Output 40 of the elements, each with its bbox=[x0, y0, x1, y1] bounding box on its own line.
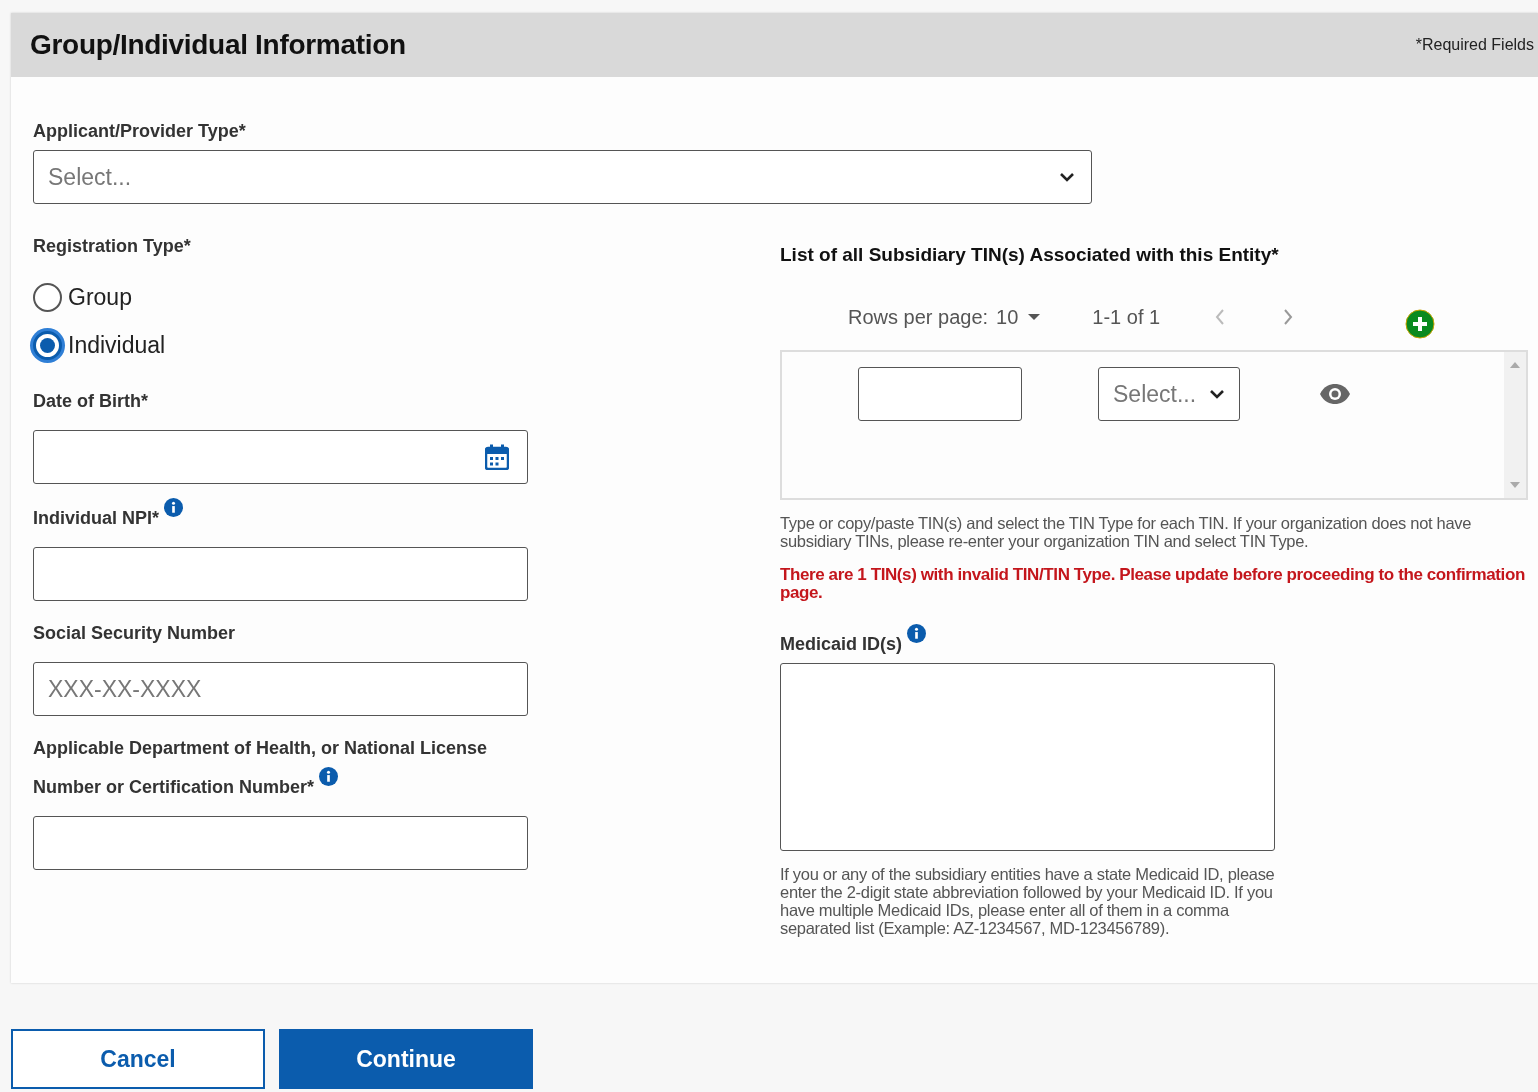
radio-button[interactable] bbox=[33, 282, 62, 312]
required-note: *Required Fields bbox=[1415, 36, 1534, 54]
caret-icon bbox=[1028, 314, 1041, 320]
eye-icon[interactable] bbox=[1319, 383, 1351, 405]
radio-label[interactable]: Individual bbox=[68, 331, 166, 359]
help-text: Type or copy/paste TIN(s) and select the TIN Type for each TIN. If your organization does not have subsidiary TINs, please re-enter your organization TIN and select TIN Type. bbox=[780, 514, 1473, 550]
chevron-down-icon bbox=[1209, 389, 1225, 399]
calendar-icon[interactable] bbox=[485, 444, 509, 470]
text-field[interactable] bbox=[33, 547, 528, 601]
cancel-button[interactable]: Cancel bbox=[11, 1029, 265, 1089]
tin-type-dropdown[interactable]: Select... bbox=[1098, 367, 1240, 421]
rows-per-page-dropdown[interactable]: 10 bbox=[996, 305, 1041, 329]
field-label: Date of Birth* bbox=[33, 390, 148, 413]
field-label: Applicant/Provider Type* bbox=[33, 121, 247, 142]
help-text: If you or any of the subsidiary entities have a state Medicaid ID, please enter the 2-digit state abbreviation followed by your Medicaid ID. If you have multiple Medicaid IDs, please enter all of them in a comma separated list (Example: AZ-1234567, MD-123456789). bbox=[780, 865, 1275, 937]
add-icon[interactable] bbox=[1405, 309, 1436, 339]
field-label: Applicable Department of Health, or National License Number or Certification Number* bbox=[33, 737, 489, 799]
field-label: Individual NPI* bbox=[33, 498, 184, 537]
page-range: 1-1 of 1 bbox=[1092, 305, 1161, 329]
medicaid-ids-field[interactable] bbox=[780, 663, 1275, 851]
section-title: Group/Individual Information bbox=[30, 29, 406, 61]
continue-button[interactable]: Continue bbox=[279, 1029, 533, 1089]
radio-label[interactable]: Group bbox=[68, 283, 132, 311]
text-field[interactable]: XXX-XX-XXXX bbox=[33, 662, 528, 716]
tin-field[interactable] bbox=[858, 367, 1022, 421]
radio-button[interactable] bbox=[33, 330, 62, 360]
date-field[interactable] bbox=[33, 430, 528, 484]
info-icon[interactable] bbox=[164, 498, 184, 517]
tin-list-title: List of all Subsidiary TIN(s) Associated with this Entity* bbox=[780, 244, 1280, 266]
info-icon[interactable] bbox=[907, 624, 927, 643]
error-message: There are 1 TIN(s) with invalid TIN/TIN Type. Please update before proceeding to the confirmation page. bbox=[780, 566, 1526, 602]
text-field[interactable] bbox=[33, 816, 528, 870]
provider-type-dropdown[interactable]: Select... bbox=[33, 150, 1092, 204]
info-icon[interactable] bbox=[319, 767, 339, 786]
next-page-icon[interactable] bbox=[1283, 308, 1294, 326]
chevron-down-icon bbox=[1059, 172, 1075, 182]
field-label: Registration Type* bbox=[33, 236, 192, 257]
field-label: Medicaid ID(s) bbox=[780, 624, 927, 655]
rows-per-page-label: Rows per page: bbox=[848, 305, 989, 329]
field-label: Social Security Number bbox=[33, 622, 236, 645]
